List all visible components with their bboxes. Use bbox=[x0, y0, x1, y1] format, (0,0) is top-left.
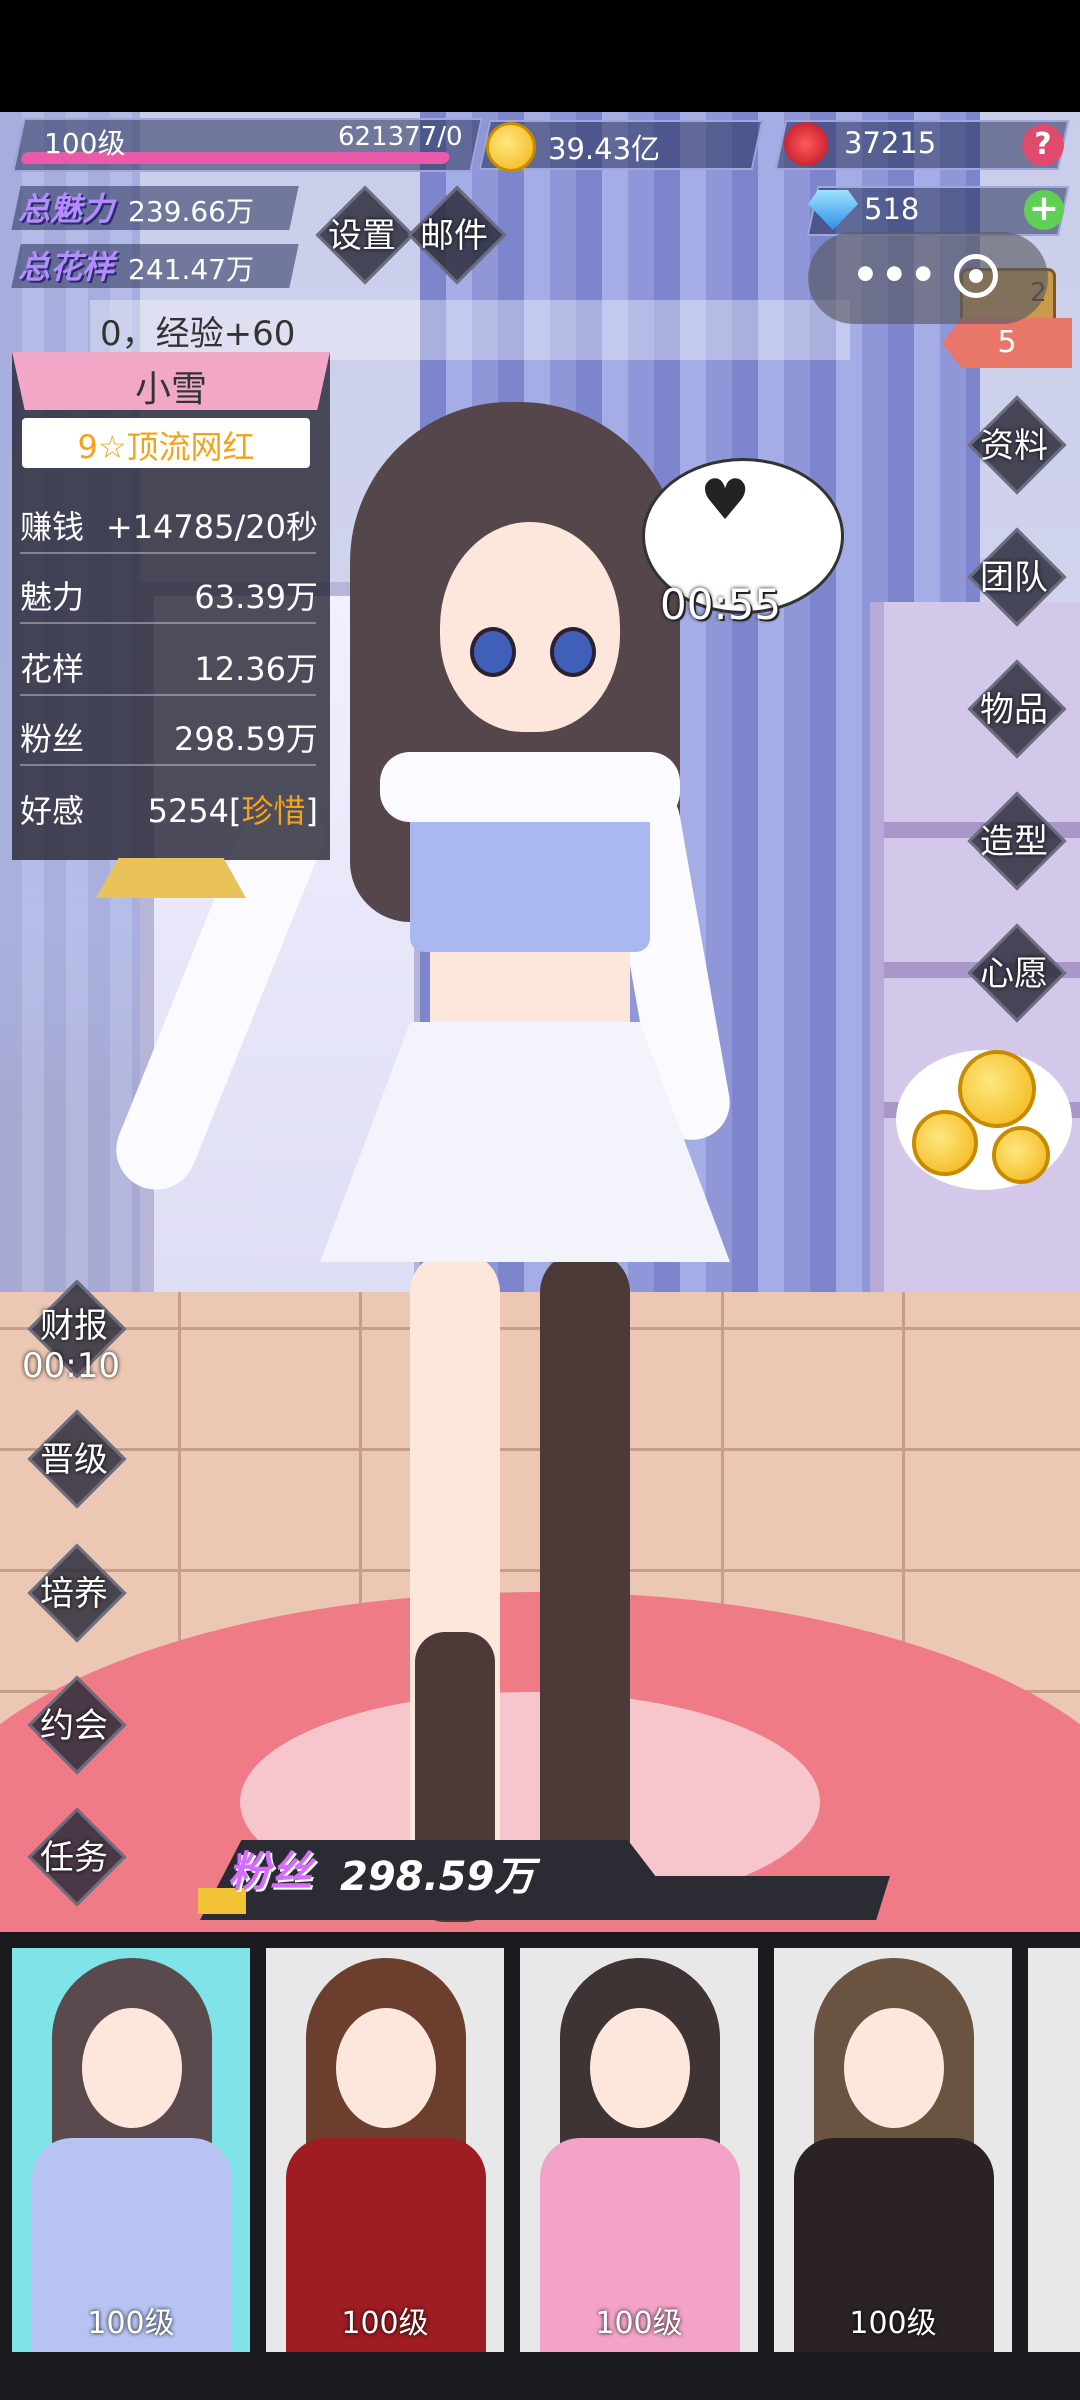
menu-style-label: 造型 bbox=[980, 822, 1048, 862]
fans-row-label: 粉丝 bbox=[20, 720, 85, 758]
roster-card[interactable]: 100级 bbox=[12, 1948, 250, 2352]
character-eye bbox=[470, 627, 516, 677]
row-divider bbox=[20, 694, 316, 696]
menu-style-button[interactable]: 造型 bbox=[964, 791, 1067, 891]
promote-label: 晋级 bbox=[40, 1440, 108, 1480]
train-label: 培养 bbox=[40, 1574, 108, 1614]
date-label: 约会 bbox=[40, 1706, 108, 1746]
style-label: 总花样 bbox=[18, 248, 115, 286]
rose-value: 37215 bbox=[844, 126, 937, 160]
character-eye bbox=[550, 627, 596, 677]
charm-label: 总魅力 bbox=[18, 190, 115, 228]
fans-label: 粉丝 bbox=[228, 1847, 313, 1896]
card-face bbox=[336, 2008, 436, 2128]
row-divider bbox=[20, 552, 316, 554]
card-level: 100级 bbox=[849, 2306, 937, 2341]
coin-icon bbox=[912, 1110, 978, 1176]
train-button[interactable]: 培养 bbox=[24, 1543, 127, 1643]
level-text: 100级 bbox=[44, 127, 126, 160]
bubble-timer: 00:55 bbox=[660, 580, 782, 629]
roster-card[interactable]: 100级 bbox=[266, 1948, 504, 2352]
settings-label: 设置 bbox=[328, 216, 396, 256]
menu-items-label: 物品 bbox=[980, 690, 1048, 730]
card-level: 100级 bbox=[87, 2306, 175, 2341]
earn-label: 赚钱 bbox=[20, 508, 85, 546]
gold-coin-icon bbox=[486, 122, 536, 172]
character-ruffle bbox=[380, 752, 680, 822]
character-name: 小雪 bbox=[134, 369, 207, 410]
favor-label: 好感 bbox=[20, 792, 85, 830]
mail-button[interactable]: 邮件 bbox=[407, 185, 507, 285]
style-value: 241.47万 bbox=[128, 253, 254, 286]
fans-row-value: 298.59万 bbox=[174, 720, 318, 758]
coin-icon bbox=[992, 1126, 1050, 1184]
menu-items-button[interactable]: 物品 bbox=[964, 659, 1067, 759]
diamond-value: 518 bbox=[864, 192, 920, 226]
mini-program-capsule[interactable]: ••• bbox=[808, 232, 1048, 324]
help-icon[interactable]: ? bbox=[1022, 124, 1064, 166]
earn-value: +14785/20秒 bbox=[105, 508, 318, 546]
close-target-icon[interactable] bbox=[954, 254, 998, 298]
card-level: 100级 bbox=[341, 2306, 429, 2341]
settings-button[interactable]: 设置 bbox=[315, 185, 415, 285]
roster-card[interactable]: 100级 bbox=[520, 1948, 758, 2352]
row-divider bbox=[20, 764, 316, 766]
roster-card[interactable]: 100级 bbox=[774, 1948, 1012, 2352]
reward-ribbon[interactable]: 5 bbox=[942, 318, 1072, 368]
charm-value: 239.66万 bbox=[128, 195, 254, 228]
more-dots-icon[interactable]: ••• bbox=[852, 250, 939, 299]
card-level: 100级 bbox=[595, 2306, 683, 2341]
style-row-label: 花样 bbox=[20, 650, 85, 688]
character-title: 9☆顶流网红 bbox=[77, 428, 255, 466]
date-button[interactable]: 约会 bbox=[24, 1675, 127, 1775]
promote-button[interactable]: 晋级 bbox=[24, 1409, 127, 1509]
favor-bracket-open: [ bbox=[229, 792, 242, 830]
coin-icon bbox=[958, 1050, 1036, 1128]
style-row-value: 12.36万 bbox=[194, 650, 318, 688]
menu-team-button[interactable]: 团队 bbox=[964, 527, 1067, 627]
heart-gesture-icon: ♥ bbox=[700, 468, 751, 533]
menu-wish-button[interactable]: 心愿 bbox=[964, 923, 1067, 1023]
favor-value-group: 5254[珍惜] bbox=[148, 786, 318, 832]
rose-icon bbox=[784, 122, 828, 166]
card-face bbox=[844, 2008, 944, 2128]
menu-profile-button[interactable]: 资料 bbox=[964, 395, 1067, 495]
character-waist bbox=[430, 952, 630, 1032]
charm-row-label: 魅力 bbox=[20, 578, 85, 616]
add-diamond-icon[interactable]: + bbox=[1024, 190, 1064, 230]
character-leg bbox=[540, 1252, 630, 1912]
character-face bbox=[440, 522, 620, 732]
charm-row-value: 63.39万 bbox=[194, 578, 318, 616]
fans-value: 298.59万 bbox=[340, 1854, 535, 1900]
menu-wish-label: 心愿 bbox=[980, 954, 1048, 994]
panel-collapse-tab[interactable] bbox=[96, 858, 246, 898]
menu-profile-label: 资料 bbox=[980, 426, 1048, 466]
row-divider bbox=[20, 622, 316, 624]
marquee-text: 0，经验+60 bbox=[100, 314, 296, 354]
card-face bbox=[590, 2008, 690, 2128]
menu-team-label: 团队 bbox=[980, 558, 1048, 598]
gold-value: 39.43亿 bbox=[548, 132, 661, 166]
report-timer: 00:10 bbox=[22, 1346, 120, 1386]
task-button[interactable]: 任务 bbox=[24, 1807, 127, 1907]
favor-value: 5254 bbox=[147, 792, 230, 830]
task-label: 任务 bbox=[40, 1838, 108, 1878]
favor-bracket-close: ] bbox=[305, 792, 318, 830]
exp-text: 621377/0 bbox=[338, 122, 463, 152]
report-label: 财报 bbox=[40, 1306, 108, 1346]
character-figure[interactable] bbox=[104, 402, 750, 1932]
roster-card-partial[interactable] bbox=[1028, 1948, 1080, 2352]
mail-label: 邮件 bbox=[420, 216, 488, 256]
favor-status: 珍惜 bbox=[241, 792, 306, 830]
card-face bbox=[82, 2008, 182, 2128]
